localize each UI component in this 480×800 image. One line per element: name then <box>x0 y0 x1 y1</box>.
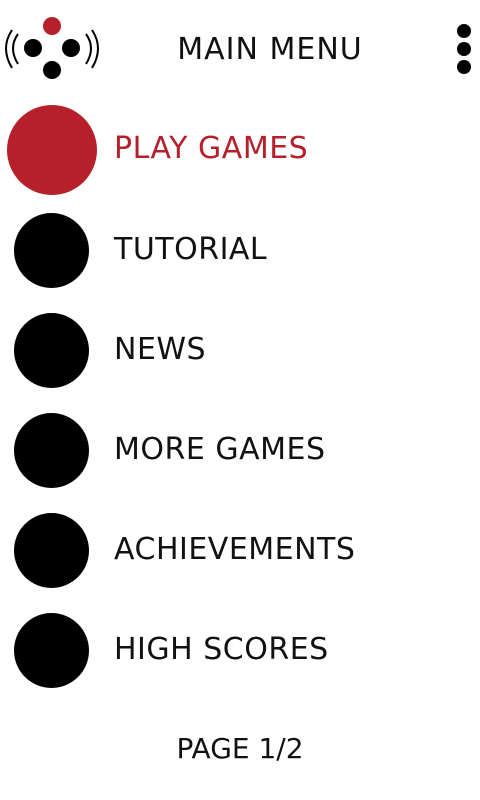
menu-bullet-icon <box>14 413 89 488</box>
menu-bullet-icon <box>14 613 89 688</box>
menu-item-achievements[interactable]: ACHIEVEMENTS <box>0 500 480 600</box>
menu-bullet-icon <box>14 213 89 288</box>
menu-item-label: PLAY GAMES <box>114 131 309 166</box>
app-header: MAIN MENU <box>0 0 480 100</box>
menu-bullet-icon <box>7 105 97 195</box>
menu-item-label: HIGH SCORES <box>114 632 329 667</box>
menu-bullet-icon <box>14 513 89 588</box>
menu-item-more-games[interactable]: MORE GAMES <box>0 400 480 500</box>
main-menu-list: PLAY GAMES TUTORIAL NEWS MORE GAMES ACHI… <box>0 100 480 700</box>
menu-item-label: ACHIEVEMENTS <box>114 532 356 567</box>
menu-item-label: NEWS <box>114 332 207 367</box>
vertical-ellipsis-icon[interactable] <box>446 20 480 80</box>
page-indicator: PAGE 1/2 <box>176 732 304 765</box>
menu-item-high-scores[interactable]: HIGH SCORES <box>0 600 480 700</box>
menu-bullet-icon <box>14 313 89 388</box>
menu-item-play-games[interactable]: PLAY GAMES <box>0 100 480 200</box>
page-title: MAIN MENU <box>177 32 363 67</box>
menu-item-news[interactable]: NEWS <box>0 300 480 400</box>
logo-top-dot <box>43 17 61 35</box>
gamepad-signal-icon[interactable] <box>4 14 100 84</box>
menu-item-label: TUTORIAL <box>114 232 268 267</box>
menu-item-label: MORE GAMES <box>114 432 326 467</box>
menu-item-tutorial[interactable]: TUTORIAL <box>0 200 480 300</box>
